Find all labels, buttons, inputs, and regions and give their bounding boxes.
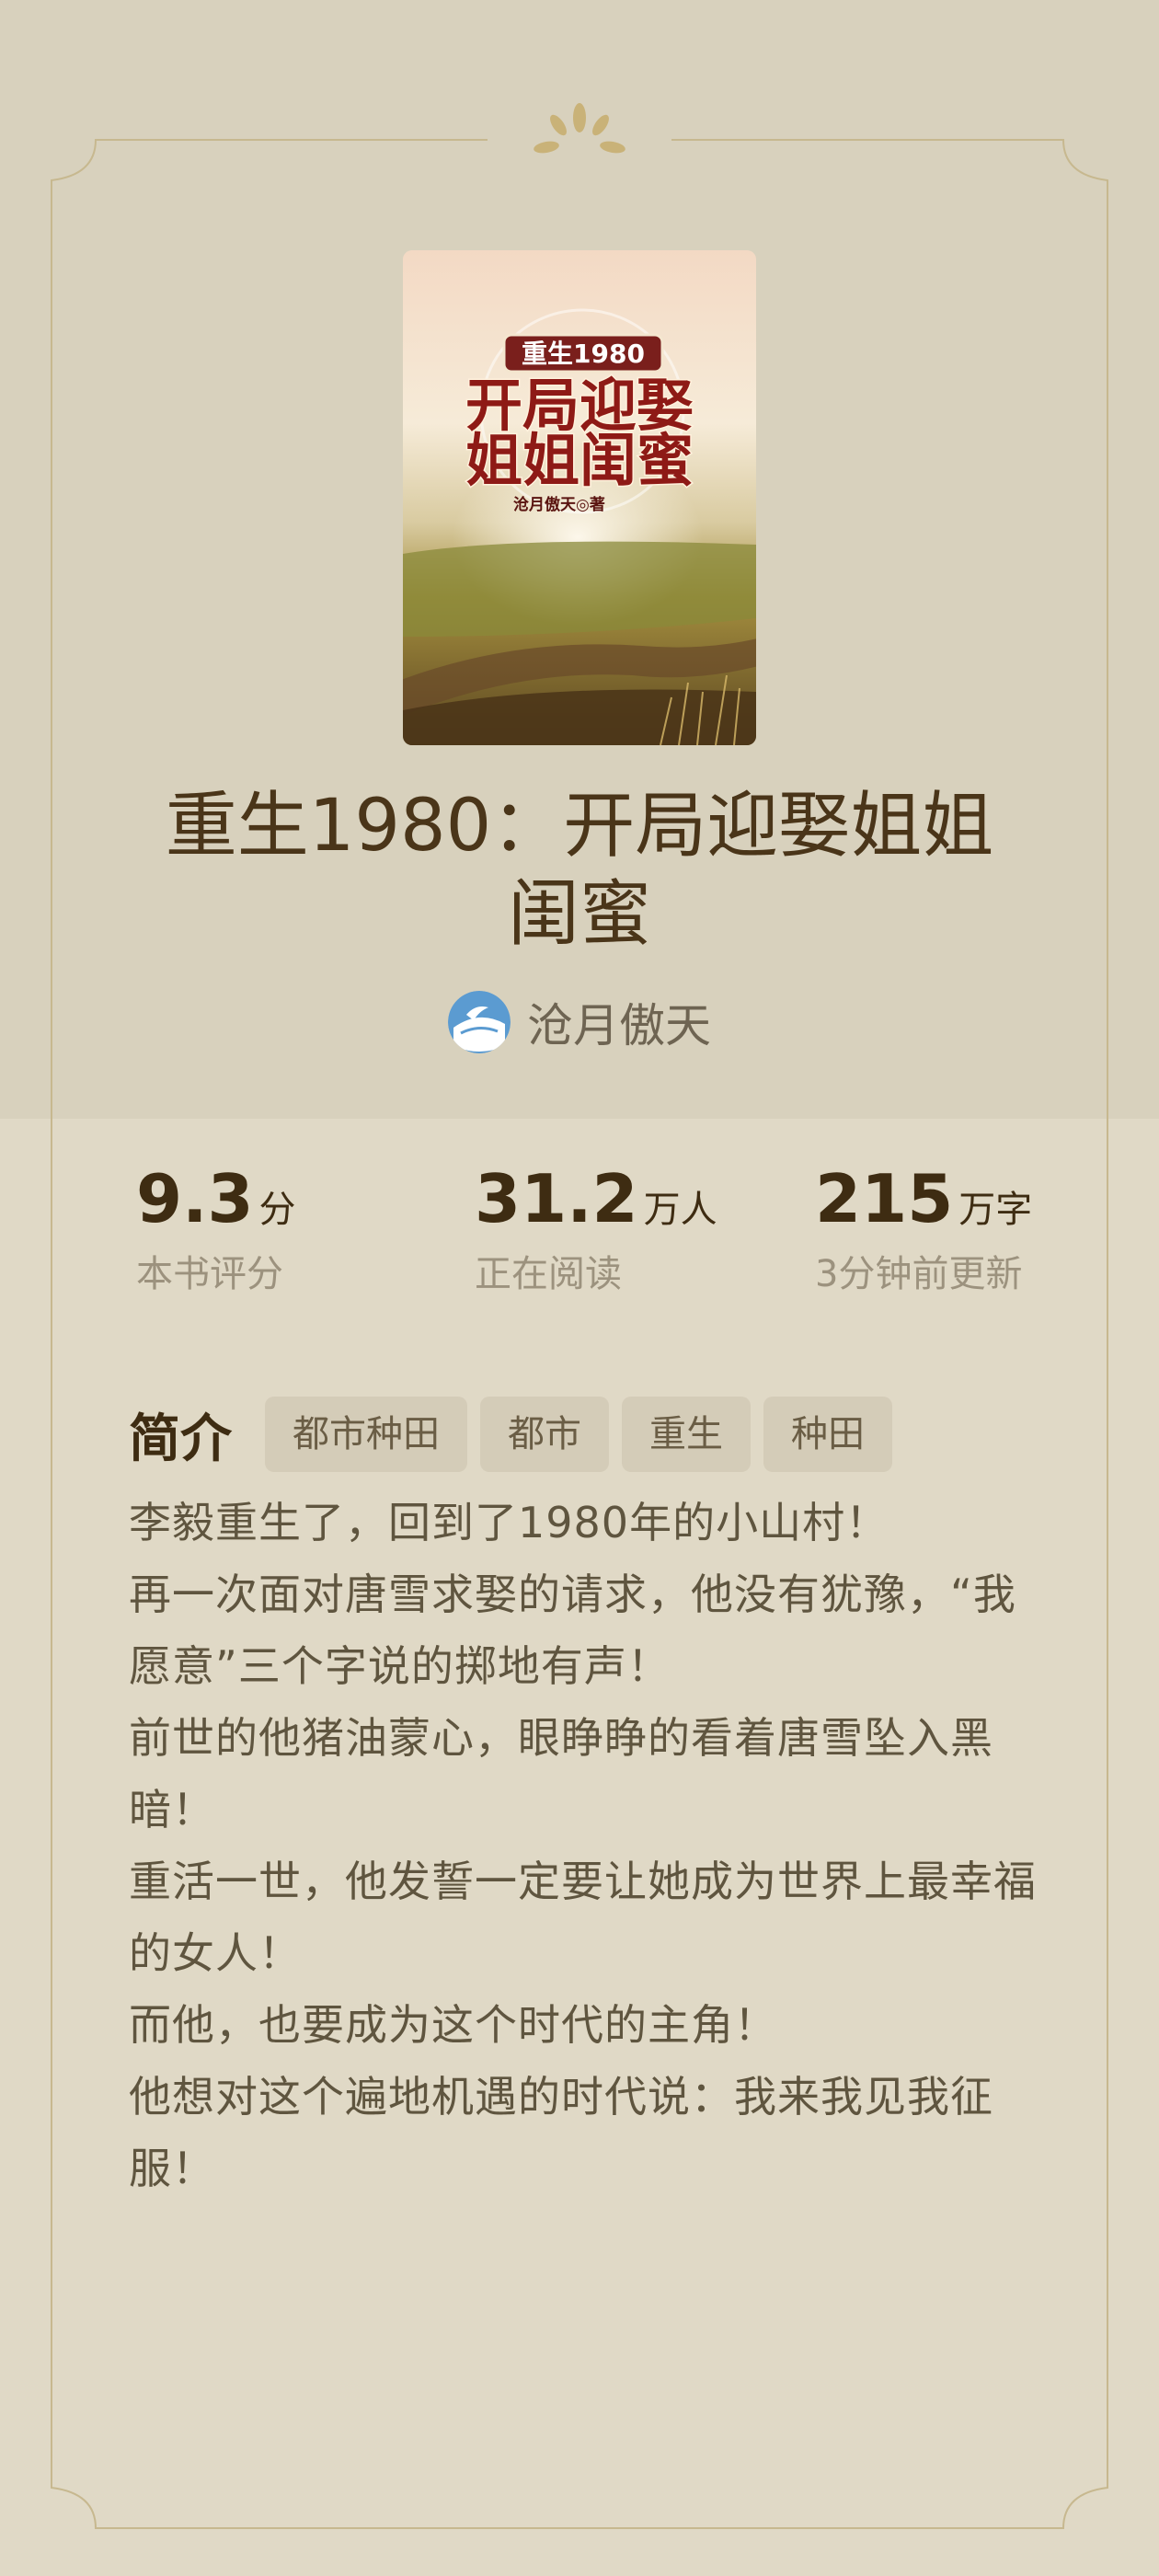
ornament-icon [534,103,625,154]
stat-readers-unit: 万人 [643,1189,717,1231]
intro-header: 简介 都市种田 都市 重生 种田 [129,1397,892,1472]
stat-rating-label: 本书评分 [136,1253,283,1295]
author-row[interactable]: 沧月傲天 [0,989,1159,1055]
intro-heading: 简介 [129,1409,232,1469]
cover-series-text: 重生1980 [522,339,645,369]
tag-farming[interactable]: 种田 [763,1397,892,1472]
author-avatar[interactable] [448,991,511,1053]
stat-readers-label: 正在阅读 [475,1253,622,1295]
description-paragraph: 他想对这个遍地机遇的时代说：我来我见我征服！ [129,2072,993,2193]
stat-rating-unit: 分 [258,1189,296,1231]
stat-words-label: 3分钟前更新 [815,1253,1023,1295]
cover-author-text: 沧月傲天◎著 [513,495,605,514]
book-description: 李毅重生了，回到了1980年的小山村！ 再一次面对唐雪求娶的请求，他没有犹豫，“… [129,1487,1039,2204]
stat-rating: 9.3 分 本书评分 [136,1157,296,1297]
description-paragraph: 重活一世，他发誓一定要让她成为世界上最幸福的女人！ [129,1857,1037,1978]
book-cover[interactable]: 重生1980 开局迎娶 姐姐闺蜜 沧月傲天◎著 [403,250,756,745]
cover-title-line2: 姐姐闺蜜 [465,427,694,494]
book-title: 重生1980：开局迎娶姐姐闺蜜 [165,785,994,956]
stat-readers: 31.2 万人 正在阅读 [475,1157,717,1297]
description-paragraph: 李毅重生了，回到了1980年的小山村！ [129,1498,889,1547]
stats-row: 9.3 分 本书评分 31.2 万人 正在阅读 215 万字 3分钟前更新 [0,1157,1159,1295]
stat-words-value: 215 [815,1160,954,1237]
tag-urban-farming[interactable]: 都市种田 [265,1397,467,1472]
description-paragraph: 而他，也要成为这个时代的主角！ [129,2000,777,2050]
stat-words: 215 万字 3分钟前更新 [815,1157,1032,1297]
stat-rating-value: 9.3 [136,1160,254,1237]
description-paragraph: 再一次面对唐雪求娶的请求，他没有犹豫，“我愿意”三个字说的掷地有声！ [129,1570,1016,1691]
stat-readers-value: 31.2 [475,1160,638,1237]
author-name[interactable]: 沧月傲天 [527,989,711,1055]
tag-rebirth[interactable]: 重生 [622,1397,751,1472]
stat-words-unit: 万字 [958,1189,1033,1231]
description-paragraph: 前世的他猪油蒙心，眼睁睁的看着唐雪坠入黑暗！ [129,1713,993,1834]
tag-urban[interactable]: 都市 [480,1397,609,1472]
